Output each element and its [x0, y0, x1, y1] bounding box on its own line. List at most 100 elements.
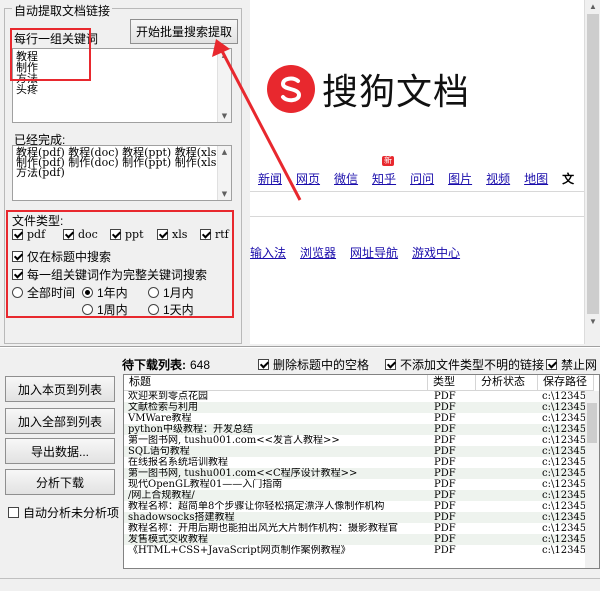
cell-title: 在线报名系统培训教程 — [128, 457, 228, 468]
cell-status — [476, 479, 538, 490]
cell-status — [476, 523, 538, 534]
table-row[interactable]: shadowsocks搭建教程 PDF c:\12345\1 — [124, 512, 586, 523]
cell-title: 现代OpenGL教程01——入门指南 — [128, 479, 283, 490]
cell-status — [476, 468, 538, 479]
cell-status — [476, 435, 538, 446]
cell-path: c:\12345\1 — [542, 391, 586, 402]
status-bar — [0, 578, 600, 591]
cell-title: 《HTML+CSS+JavaScript网页制作案例教程》 — [128, 545, 351, 556]
table-row[interactable]: SQL语句教程 PDF c:\12345\1 — [124, 446, 586, 457]
export-button[interactable]: 导出数据... — [5, 438, 115, 464]
checkbox-icon — [546, 359, 557, 370]
scroll-thumb[interactable] — [587, 403, 597, 443]
cell-type: PDF — [434, 402, 456, 413]
table-row[interactable]: 教程名称：超简单8个步骤让你轻松搞定漂浮人像制作机构 PDF c:\12345\1 — [124, 501, 586, 512]
cell-path: c:\12345\1 — [542, 512, 586, 523]
col-path[interactable]: 保存路径 — [538, 375, 594, 390]
cell-path: c:\12345\1 — [542, 413, 586, 424]
analyze-download-button[interactable]: 分析下载 — [5, 469, 115, 495]
cell-title: shadowsocks搭建教程 — [128, 512, 235, 523]
col-title[interactable]: 标题 — [124, 375, 428, 390]
cell-status — [476, 490, 538, 501]
cell-title: 教程名称：超简单8个步骤让你轻松搞定漂浮人像制作机构 — [128, 501, 385, 512]
cell-status — [476, 545, 538, 556]
cell-path: c:\12345\1 — [542, 490, 586, 501]
table-row[interactable]: 第一图书网, tushu001.com<<C程序设计教程>> PDF c:\1234… — [124, 468, 586, 479]
cell-title: 文献检索与利用 — [128, 402, 198, 413]
table-row[interactable]: python中级教程：开发总结 PDF c:\12345\1 — [124, 424, 586, 435]
cell-title: 欢迎来到零点花园 — [128, 391, 208, 402]
cell-title: 第一图书网, tushu001.com<<C程序设计教程>> — [128, 468, 358, 479]
table-row[interactable]: /网上合规教程/PDF c:\12345\1 — [124, 490, 586, 501]
table-row[interactable]: VMWare教程 PDF c:\12345\1 — [124, 413, 586, 424]
table-row[interactable]: 现代OpenGL教程01——入门指南 PDF c:\12345\1 — [124, 479, 586, 490]
cell-type: PDF — [434, 545, 456, 556]
cell-path: c:\12345\1 — [542, 468, 586, 479]
col-type[interactable]: 类型 — [428, 375, 476, 390]
cell-title: python中级教程：开发总结 — [128, 424, 253, 435]
checkbox-icon — [258, 359, 269, 370]
cell-type: PDF — [434, 512, 456, 523]
cell-path: c:\12345\1 — [542, 446, 586, 457]
cell-path: c:\12345\1 — [542, 523, 586, 534]
cell-path: c:\12345\1 — [542, 457, 586, 468]
download-table[interactable]: 标题 类型 分析状态 保存路径 欢迎来到零点花园PDFc:\12345\1文献检… — [123, 374, 600, 569]
cell-type: PDF — [434, 479, 456, 490]
table-row[interactable]: 《HTML+CSS+JavaScript网页制作案例教程》 PDF c:\12345… — [124, 545, 586, 556]
cell-type: PDF — [434, 424, 456, 435]
cell-path: c:\12345\1 — [542, 479, 586, 490]
table-body: 欢迎来到零点花园 PDF c:\12345\1 文献检索与利用 PDF c:\12345\… — [124, 391, 586, 556]
cell-status — [476, 446, 538, 457]
checkbox-icon — [8, 507, 19, 518]
table-header: 标题 类型 分析状态 保存路径 — [124, 375, 594, 391]
cell-title: SQL语句教程 — [128, 446, 190, 457]
cell-type: PDF — [434, 413, 456, 424]
cell-status — [476, 413, 538, 424]
table-row[interactable]: 欢迎来到零点花园 PDF c:\12345\1 — [124, 391, 586, 402]
splitter[interactable] — [0, 346, 600, 348]
auto-analyze-checkbox[interactable]: 自动分析未分析项 — [8, 504, 119, 521]
no-unknown-type-checkbox[interactable]: 不添加文件类型不明的链接 — [385, 356, 544, 373]
cell-status — [476, 402, 538, 413]
cell-title: 发售模式交收教程 — [128, 534, 208, 545]
cell-title: 教程名称：开用后期也能拍出风光大片制作机构：摄影教程官 — [128, 523, 398, 534]
cell-type: PDF — [434, 490, 456, 501]
col-status[interactable]: 分析状态 — [476, 375, 538, 390]
cell-type: PDF — [434, 435, 456, 446]
cell-status — [476, 457, 538, 468]
cell-path: c:\12345\1 — [542, 435, 586, 446]
cell-status — [476, 512, 538, 523]
ban-checkbox[interactable]: 禁止网 — [546, 356, 597, 373]
pending-count: 648 — [190, 358, 211, 372]
pending-list-label: 待下载列表: 648 — [122, 358, 211, 372]
add-all-button[interactable]: 加入全部到列表 — [5, 408, 115, 434]
table-row[interactable]: 在线报名系统培训教程 PDF c:\12345\1 — [124, 457, 586, 468]
cell-status — [476, 391, 538, 402]
cell-path: c:\12345\1 — [542, 545, 586, 556]
cell-title: VMWare教程 — [128, 413, 192, 424]
cell-title: /网上合规教程/ — [128, 490, 195, 501]
cell-type: PDF — [434, 501, 456, 512]
cell-path: c:\12345\1 — [542, 424, 586, 435]
cell-type: PDF — [434, 534, 456, 545]
table-row[interactable]: 第一图书网, tushu001.com<<发言人教程>> PDF c:\12345\… — [124, 435, 586, 446]
cell-status — [476, 534, 538, 545]
table-row[interactable]: 教程名称：开用后期也能拍出风光大片制作机构：摄影教程官 PDF c:\12345\1 — [124, 523, 586, 534]
table-row[interactable]: 发售模式交收教程 PDF c:\12345\1 — [124, 534, 586, 545]
add-page-button[interactable]: 加入本页到列表 — [5, 376, 115, 402]
checkbox-icon — [385, 359, 396, 370]
cell-type: PDF — [434, 446, 456, 457]
table-row[interactable]: 文献检索与利用 PDF c:\12345\1 — [124, 402, 586, 413]
cell-type: PDF — [434, 523, 456, 534]
cell-path: c:\12345\1 — [542, 501, 586, 512]
cell-type: PDF — [434, 457, 456, 468]
cell-type: PDF — [434, 391, 456, 402]
table-scrollbar[interactable] — [585, 391, 599, 568]
cell-title: 第一图书网, tushu001.com<<发言人教程>> — [128, 435, 340, 446]
cell-path: c:\12345\1 — [542, 534, 586, 545]
cell-status — [476, 424, 538, 435]
cell-status — [476, 501, 538, 512]
cell-type: PDF — [434, 468, 456, 479]
cell-path: c:\12345\1 — [542, 402, 586, 413]
remove-space-checkbox[interactable]: 删除标题中的空格 — [258, 356, 369, 373]
